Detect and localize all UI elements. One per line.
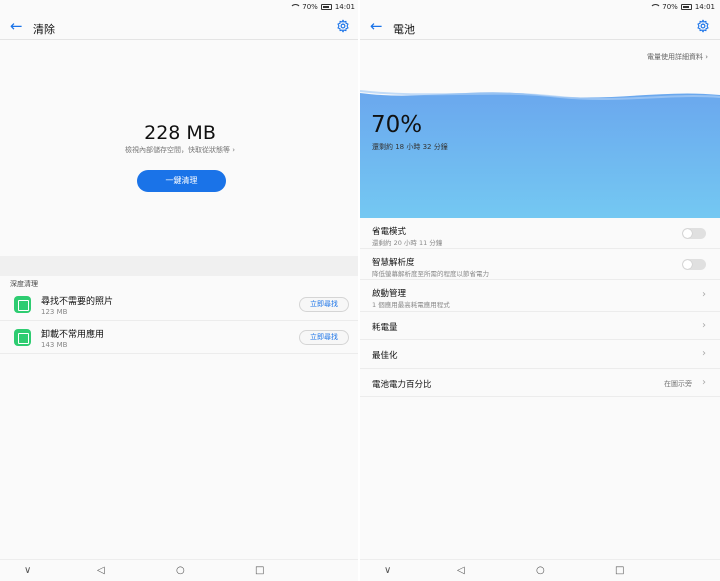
list-item-photos[interactable]: 尋找不需要的照片 123 MB 立即尋找 [0, 289, 360, 321]
photo-icon [14, 296, 31, 313]
battery-icon [320, 4, 332, 10]
chevron-right-icon: › [705, 53, 708, 61]
chevron-right-icon: › [702, 348, 706, 359]
remaining-time: 還剩約 18 小時 32 分鐘 [372, 143, 448, 151]
nav-back-icon[interactable]: ◁ [457, 565, 465, 577]
storage-size: 228 MB [144, 122, 216, 144]
setting-smart-resolution[interactable]: 智慧解析度 降低螢幕解析度至所需的程度以節省電力 [360, 249, 720, 280]
battery-percentage-large: 70% [371, 112, 423, 138]
item-size: 143 MB [41, 341, 68, 349]
battery-wave-panel [360, 87, 720, 218]
chevron-right-icon: › [702, 289, 706, 300]
item-title: 尋找不需要的照片 [41, 297, 114, 307]
status-bar: 70% 14:01 [0, 0, 360, 14]
wave-icon [360, 87, 720, 100]
gear-icon[interactable] [336, 19, 350, 33]
nav-back-icon[interactable]: ◁ [97, 565, 105, 577]
wifi-icon [650, 3, 662, 11]
list-item-apps[interactable]: 卸載不常用應用 143 MB 立即尋找 [0, 322, 360, 354]
nav-down-icon[interactable]: ∨ [24, 565, 31, 577]
nav-recents-icon[interactable]: □ [255, 565, 264, 577]
setting-title: 省電模式 [372, 227, 407, 237]
setting-subtitle: 降低螢幕解析度至所需的程度以節省電力 [372, 270, 489, 278]
battery-icon [680, 4, 692, 10]
setting-title: 啟動管理 [372, 289, 407, 299]
chevron-right-icon: › [702, 320, 706, 331]
nav-recents-icon[interactable]: □ [615, 565, 624, 577]
chevron-right-icon: › [702, 377, 706, 388]
one-tap-clean-button[interactable]: 一鍵清理 [137, 170, 226, 192]
power-saving-toggle[interactable] [682, 228, 706, 239]
cleanup-pane: 70% 14:01 ← 清除 228 MB 檢視內部儲存空間，快取從狀態等 › … [0, 0, 360, 581]
setting-consumption[interactable]: 耗電量 › [360, 312, 720, 340]
navigation-bar: ∨ ◁ ○ □ [360, 559, 720, 581]
page-title: 清除 [33, 23, 55, 36]
nav-down-icon[interactable]: ∨ [384, 565, 391, 577]
usage-details-label: 電量使用詳細資料 [646, 53, 703, 61]
navigation-bar: ∨ ◁ ○ □ [0, 559, 360, 581]
item-title: 卸載不常用應用 [41, 330, 105, 340]
setting-startup[interactable]: 啟動管理 1 個應用最高耗電應用程式 › [360, 280, 720, 312]
page-title: 電池 [393, 23, 415, 36]
clock: 14:01 [694, 3, 715, 11]
setting-subtitle: 1 個應用最高耗電應用程式 [372, 301, 450, 309]
setting-subtitle: 還剩約 20 小時 11 分鐘 [372, 239, 443, 247]
setting-optimize[interactable]: 最佳化 › [360, 340, 720, 369]
setting-battery-percentage[interactable]: 電池電力百分比 在圖示旁 › [360, 369, 720, 397]
setting-title: 電池電力百分比 [372, 380, 432, 390]
usage-details-link[interactable]: 電量使用詳細資料 › [647, 52, 708, 62]
back-arrow-icon[interactable]: ← [10, 18, 23, 34]
item-size: 123 MB [41, 308, 68, 316]
nav-home-icon[interactable]: ○ [176, 565, 185, 577]
smart-resolution-toggle[interactable] [682, 259, 706, 270]
setting-title: 耗電量 [372, 323, 398, 333]
battery-pane: 70% 14:01 ← 電池 電量使用詳細資料 › 70% 還剩約 18 小時 … [360, 0, 720, 581]
storage-caption-link[interactable]: 檢視內部儲存空間，快取從狀態等 › [0, 145, 360, 155]
status-bar: 70% 14:01 [360, 0, 720, 14]
section-divider [0, 256, 360, 276]
battery-percent: 70% [302, 3, 318, 11]
gear-icon[interactable] [696, 19, 710, 33]
clock: 14:01 [334, 3, 355, 11]
setting-power-saving[interactable]: 省電模式 還剩約 20 小時 11 分鐘 [360, 218, 720, 249]
nav-home-icon[interactable]: ○ [536, 565, 545, 577]
app-bar: ← 清除 [0, 14, 360, 40]
app-bar: ← 電池 [360, 14, 720, 40]
setting-title: 智慧解析度 [372, 258, 415, 268]
find-photos-button[interactable]: 立即尋找 [299, 297, 349, 312]
setting-value: 在圖示旁 [664, 380, 692, 388]
battery-percent: 70% [662, 3, 678, 11]
back-arrow-icon[interactable]: ← [370, 18, 383, 34]
find-apps-button[interactable]: 立即尋找 [299, 330, 349, 345]
setting-title: 最佳化 [372, 351, 398, 361]
wifi-icon [290, 3, 302, 11]
apps-icon [14, 329, 31, 346]
section-header: 深度清理 [10, 280, 38, 288]
